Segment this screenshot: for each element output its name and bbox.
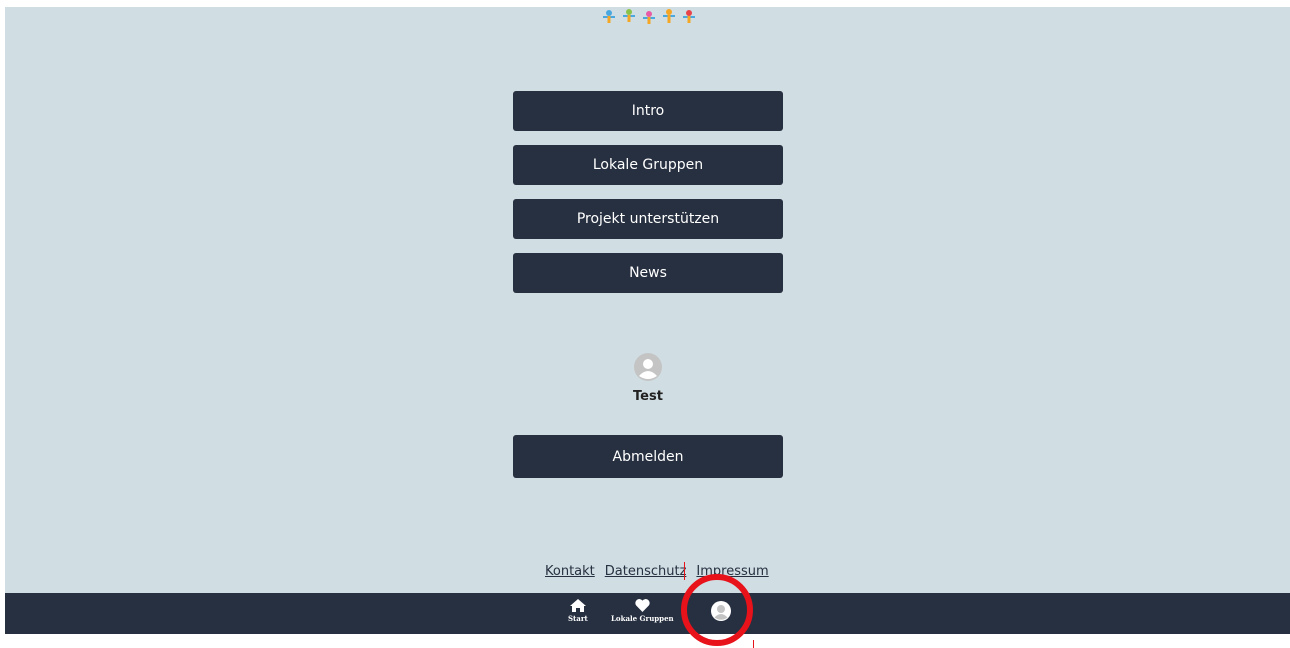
nav-item-start[interactable]: Start <box>568 599 588 623</box>
heart-icon <box>635 599 650 612</box>
nav-item-profile[interactable] <box>711 601 731 621</box>
profile-username: Test <box>633 389 663 404</box>
contact-link[interactable]: Kontakt <box>545 564 595 579</box>
news-button[interactable]: News <box>513 253 783 293</box>
annotation-line <box>753 640 754 648</box>
logo-people-chain <box>603 9 695 24</box>
logout-button-label: Abmelden <box>612 448 684 465</box>
footer-links: Kontakt Datenschutz Impressum <box>545 564 769 579</box>
annotation-line <box>684 562 685 580</box>
logout-button[interactable]: Abmelden <box>513 435 783 478</box>
nav-item-local-groups[interactable]: Lokale Gruppen <box>611 599 674 623</box>
intro-button[interactable]: Intro <box>513 91 783 131</box>
intro-button-label: Intro <box>631 103 665 119</box>
privacy-link[interactable]: Datenschutz <box>605 564 687 579</box>
imprint-link[interactable]: Impressum <box>696 564 768 579</box>
user-avatar-icon <box>634 353 662 381</box>
profile-avatar-icon <box>711 601 731 621</box>
local-groups-button-label: Lokale Gruppen <box>592 157 704 173</box>
home-icon <box>569 599 586 612</box>
nav-item-local-groups-label: Lokale Gruppen <box>611 614 674 623</box>
local-groups-button[interactable]: Lokale Gruppen <box>513 145 783 185</box>
support-project-button[interactable]: Projekt unterstützen <box>513 199 783 239</box>
nav-item-start-label: Start <box>568 614 588 623</box>
support-project-button-label: Projekt unterstützen <box>576 211 720 227</box>
bottom-navigation-bar: Start Lokale Gruppen <box>5 593 1290 634</box>
news-button-label: News <box>629 265 667 281</box>
main-content: Intro Lokale Gruppen Projekt unterstütze… <box>5 7 1290 593</box>
